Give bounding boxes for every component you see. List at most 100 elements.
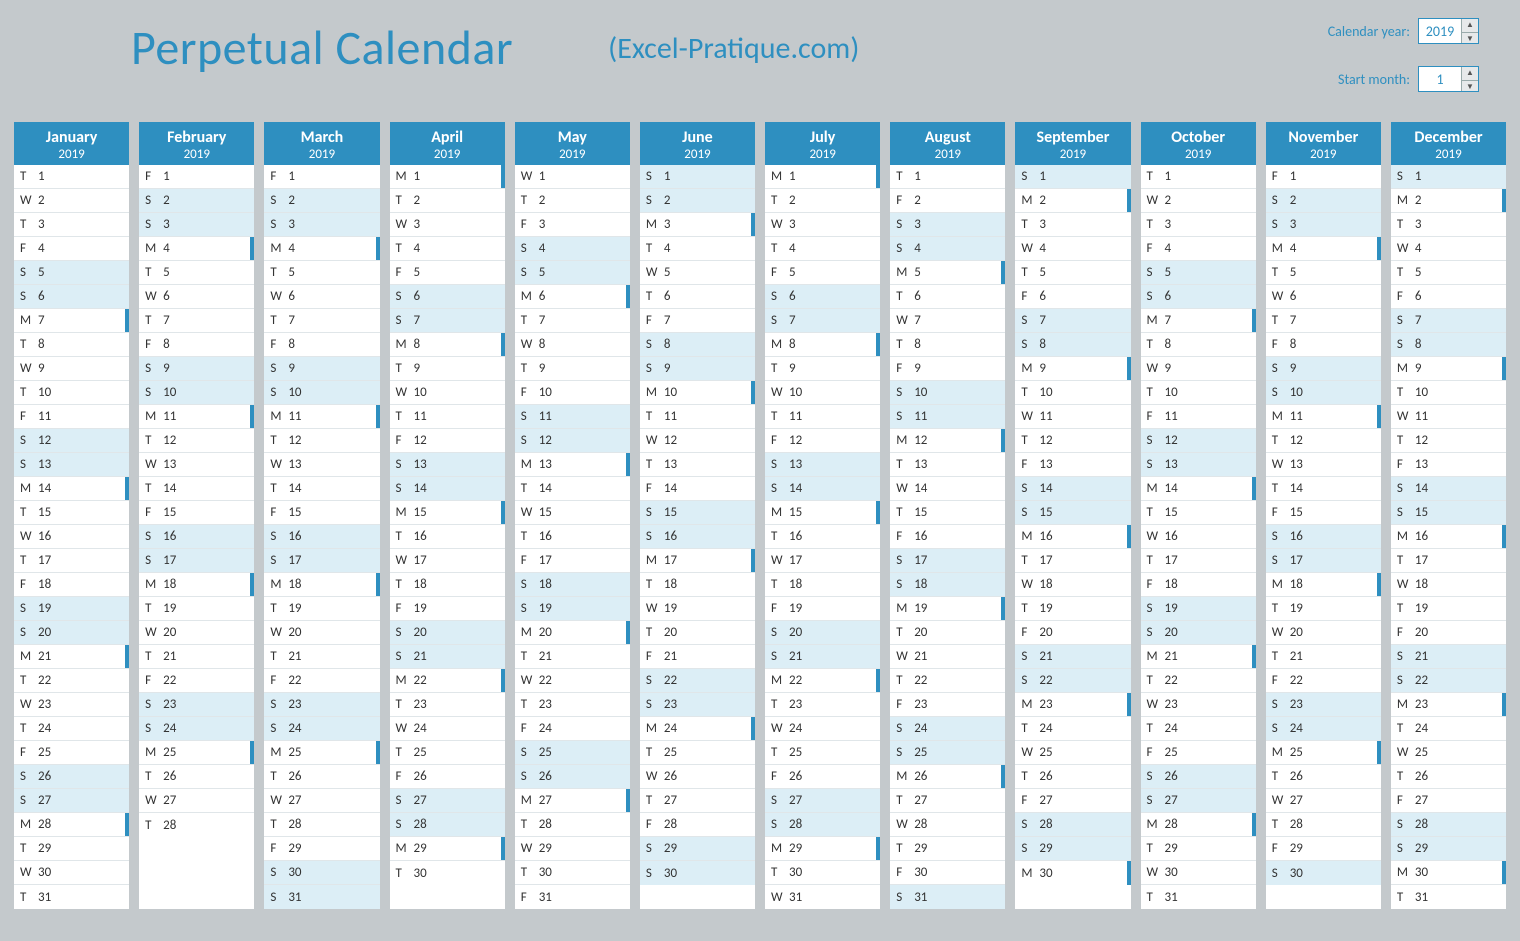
day-cell[interactable]: S11 (890, 405, 1005, 429)
day-cell[interactable]: S24 (139, 717, 254, 741)
day-cell[interactable]: M10 (640, 381, 755, 405)
day-cell[interactable]: S14 (1015, 477, 1130, 501)
day-cell[interactable]: F21 (640, 645, 755, 669)
day-cell[interactable]: T10 (14, 381, 129, 405)
day-cell[interactable]: T17 (1391, 549, 1506, 573)
day-cell[interactable]: F16 (890, 525, 1005, 549)
day-cell[interactable]: S9 (1266, 357, 1381, 381)
day-cell[interactable]: S15 (640, 501, 755, 525)
day-cell[interactable]: F1 (1266, 165, 1381, 189)
day-cell[interactable]: S26 (14, 765, 129, 789)
day-cell[interactable]: S8 (1391, 333, 1506, 357)
day-cell[interactable]: S13 (765, 453, 880, 477)
day-cell[interactable]: T11 (765, 405, 880, 429)
day-cell[interactable]: M18 (139, 573, 254, 597)
day-cell[interactable]: F1 (139, 165, 254, 189)
day-cell[interactable]: S6 (765, 285, 880, 309)
day-cell[interactable]: T19 (264, 597, 379, 621)
day-cell[interactable]: M4 (139, 237, 254, 261)
day-cell[interactable]: F1 (264, 165, 379, 189)
day-cell[interactable]: T1 (1141, 165, 1256, 189)
day-cell[interactable]: W28 (890, 813, 1005, 837)
day-cell[interactable]: T21 (139, 645, 254, 669)
day-cell[interactable]: F12 (390, 429, 505, 453)
day-cell[interactable]: T9 (515, 357, 630, 381)
day-cell[interactable]: T29 (14, 837, 129, 861)
day-cell[interactable]: S25 (515, 741, 630, 765)
day-cell[interactable]: T27 (640, 789, 755, 813)
day-cell[interactable]: T28 (139, 813, 254, 837)
day-cell[interactable]: S21 (765, 645, 880, 669)
day-cell[interactable]: T7 (1266, 309, 1381, 333)
day-cell[interactable]: T31 (14, 885, 129, 909)
day-cell[interactable]: T14 (264, 477, 379, 501)
day-cell[interactable]: M30 (1391, 861, 1506, 885)
day-cell[interactable]: F26 (765, 765, 880, 789)
day-cell[interactable]: W12 (640, 429, 755, 453)
day-cell[interactable]: S3 (890, 213, 1005, 237)
day-cell[interactable]: S24 (890, 717, 1005, 741)
day-cell[interactable]: S17 (1266, 549, 1381, 573)
day-cell[interactable]: M16 (1391, 525, 1506, 549)
day-cell[interactable]: W5 (640, 261, 755, 285)
day-cell[interactable]: T2 (390, 189, 505, 213)
day-cell[interactable]: M14 (14, 477, 129, 501)
day-cell[interactable]: F2 (890, 189, 1005, 213)
day-cell[interactable]: S19 (515, 597, 630, 621)
day-cell[interactable]: W19 (640, 597, 755, 621)
day-cell[interactable]: T20 (890, 621, 1005, 645)
day-cell[interactable]: M14 (1141, 477, 1256, 501)
day-cell[interactable]: T21 (264, 645, 379, 669)
day-cell[interactable]: M30 (1015, 861, 1130, 885)
day-cell[interactable]: T17 (1015, 549, 1130, 573)
day-cell[interactable]: M3 (640, 213, 755, 237)
day-cell[interactable]: M21 (1141, 645, 1256, 669)
day-cell[interactable]: T16 (765, 525, 880, 549)
day-cell[interactable]: F25 (14, 741, 129, 765)
day-cell[interactable]: W24 (765, 717, 880, 741)
day-cell[interactable]: W9 (1141, 357, 1256, 381)
day-cell[interactable]: F18 (14, 573, 129, 597)
day-cell[interactable]: W24 (390, 717, 505, 741)
day-cell[interactable]: S30 (640, 861, 755, 885)
day-cell[interactable]: S24 (264, 717, 379, 741)
day-cell[interactable]: S31 (264, 885, 379, 909)
day-cell[interactable]: T23 (515, 693, 630, 717)
day-cell[interactable]: M8 (390, 333, 505, 357)
day-cell[interactable]: T22 (890, 669, 1005, 693)
day-cell[interactable]: W31 (765, 885, 880, 909)
day-cell[interactable]: T22 (14, 669, 129, 693)
day-cell[interactable]: M6 (515, 285, 630, 309)
day-cell[interactable]: S27 (14, 789, 129, 813)
day-cell[interactable]: T18 (765, 573, 880, 597)
day-cell[interactable]: T21 (515, 645, 630, 669)
day-cell[interactable]: T24 (1141, 717, 1256, 741)
day-cell[interactable]: S31 (890, 885, 1005, 909)
day-cell[interactable]: S26 (515, 765, 630, 789)
day-cell[interactable]: T21 (1266, 645, 1381, 669)
day-cell[interactable]: S12 (515, 429, 630, 453)
day-cell[interactable]: W13 (264, 453, 379, 477)
day-cell[interactable]: S29 (640, 837, 755, 861)
day-cell[interactable]: W25 (1391, 741, 1506, 765)
day-cell[interactable]: T11 (390, 405, 505, 429)
day-cell[interactable]: T24 (1015, 717, 1130, 741)
day-cell[interactable]: S28 (1015, 813, 1130, 837)
day-cell[interactable]: M25 (1266, 741, 1381, 765)
day-cell[interactable]: S20 (390, 621, 505, 645)
day-cell[interactable]: S23 (640, 693, 755, 717)
day-cell[interactable]: W23 (14, 693, 129, 717)
day-cell[interactable]: M4 (1266, 237, 1381, 261)
day-cell[interactable]: F6 (1391, 285, 1506, 309)
day-cell[interactable]: S10 (139, 381, 254, 405)
day-cell[interactable]: T6 (890, 285, 1005, 309)
day-cell[interactable]: S11 (515, 405, 630, 429)
day-cell[interactable]: S6 (14, 285, 129, 309)
day-cell[interactable]: T8 (1141, 333, 1256, 357)
day-cell[interactable]: T14 (1266, 477, 1381, 501)
day-cell[interactable]: M2 (1015, 189, 1130, 213)
day-cell[interactable]: M1 (765, 165, 880, 189)
day-cell[interactable]: F26 (390, 765, 505, 789)
day-cell[interactable]: T25 (765, 741, 880, 765)
day-cell[interactable]: T19 (1015, 597, 1130, 621)
